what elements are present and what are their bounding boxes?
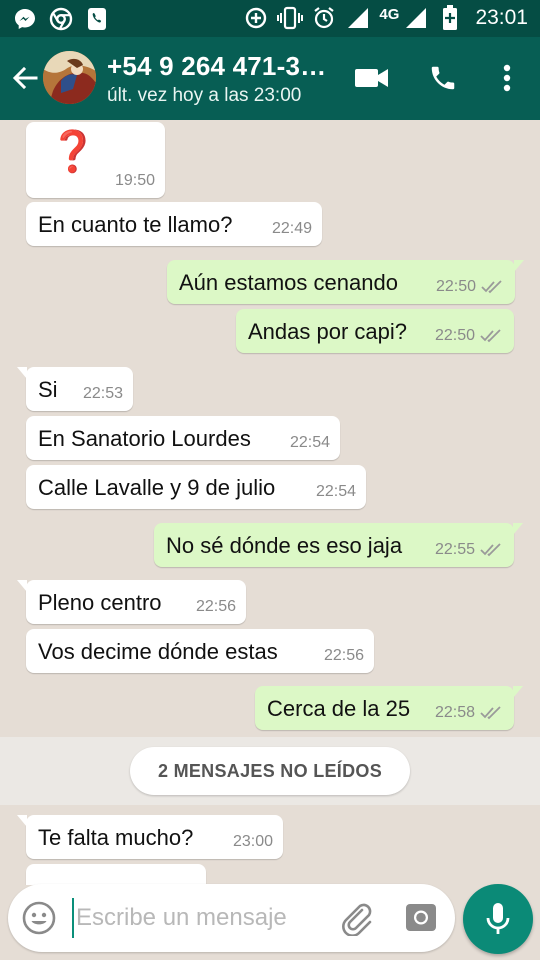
emoji-icon[interactable] (22, 901, 56, 935)
signal-icon (403, 5, 429, 31)
more-vert-icon[interactable] (488, 59, 526, 97)
unread-messages-divider: 2 MENSAJES NO LEÍDOS (130, 747, 410, 795)
message-text: Andas por capi? (248, 319, 407, 344)
microphone-icon (486, 903, 510, 934)
message-input[interactable] (72, 898, 322, 938)
message-time: 22:55 (434, 541, 475, 558)
alarm-icon (311, 5, 337, 31)
message-bubble-outgoing[interactable]: Cerca de la 25 22:58 (255, 686, 523, 730)
avatar[interactable] (43, 51, 96, 104)
message-time: 22:53 (82, 385, 123, 402)
message-bubble-outgoing[interactable]: No sé dónde es eso jaja 22:55 (154, 523, 523, 567)
message-text: En Sanatorio Lourdes (38, 426, 251, 451)
message-text: Si (38, 377, 58, 402)
message-text: Te falta mucho? (38, 825, 194, 850)
message-bubble-incoming[interactable]: ❓ 19:50 (26, 122, 165, 198)
status-bar: 4G 23:01 (0, 0, 540, 37)
vibrate-icon (277, 5, 304, 31)
message-bubble-incoming[interactable]: Te falta mucho? 23:00 (17, 815, 283, 859)
double-check-icon (480, 543, 501, 557)
last-seen-status: últ. vez hoy a las 23:00 (107, 85, 302, 106)
message-text: No sé dónde es eso jaja (166, 533, 403, 558)
question-mark-emoji: ❓ (48, 130, 98, 174)
message-time: 22:49 (271, 220, 312, 237)
back-arrow-icon[interactable] (10, 63, 40, 93)
message-text: Pleno centro (38, 590, 162, 615)
message-time: 19:50 (114, 172, 155, 189)
clock: 23:01 (475, 6, 528, 29)
messenger-icon (12, 6, 38, 32)
message-bubble-incoming[interactable]: Si 22:53 (17, 367, 133, 411)
message-composer (8, 884, 455, 952)
double-check-icon (480, 706, 501, 720)
battery-charging-icon (437, 5, 463, 31)
double-check-icon (481, 280, 502, 294)
message-time: 22:54 (315, 483, 356, 500)
message-time: 22:50 (434, 327, 475, 344)
message-bubble-incoming[interactable]: Calle Lavalle y 9 de julio 22:54 (26, 465, 366, 509)
message-text: Calle Lavalle y 9 de julio (38, 475, 276, 500)
voice-call-icon[interactable] (424, 59, 462, 97)
message-bubble-incoming[interactable]: Pleno centro 22:56 (17, 580, 246, 624)
video-call-icon[interactable] (353, 59, 391, 97)
message-list[interactable]: ❓ 19:50 En cuanto te llamo? 22:49 Aún es… (0, 120, 540, 885)
message-time: 22:54 (289, 434, 330, 451)
message-bubble-incoming[interactable]: En cuanto te llamo? 22:49 (26, 202, 322, 246)
message-bubble-incoming-partial[interactable] (26, 864, 206, 885)
network-type-label: 4G (379, 5, 400, 23)
message-text: Aún estamos cenando (179, 270, 398, 295)
message-time: 22:50 (435, 278, 476, 295)
contact-name[interactable]: +54 9 264 471-3… (107, 51, 326, 82)
signal-icon (345, 5, 371, 31)
message-bubble-outgoing[interactable]: Aún estamos cenando 22:50 (167, 260, 524, 304)
data-saver-icon (243, 5, 269, 31)
voice-record-button[interactable] (463, 884, 533, 954)
paperclip-icon[interactable] (338, 900, 374, 937)
message-text: Cerca de la 25 (267, 696, 411, 721)
camera-icon[interactable] (404, 900, 438, 934)
chrome-icon (48, 6, 74, 32)
message-time: 22:58 (434, 704, 475, 721)
message-bubble-incoming[interactable]: Vos decime dónde estas 22:56 (26, 629, 374, 673)
message-bubble-incoming[interactable]: En Sanatorio Lourdes 22:54 (26, 416, 340, 460)
message-text: En cuanto te llamo? (38, 212, 233, 237)
double-check-icon (480, 329, 501, 343)
message-time: 23:00 (232, 833, 273, 850)
chat-header: +54 9 264 471-3… últ. vez hoy a las 23:0… (0, 37, 540, 120)
message-time: 22:56 (195, 598, 236, 615)
message-bubble-outgoing[interactable]: Andas por capi? 22:50 (236, 309, 514, 353)
message-time: 22:56 (323, 647, 364, 664)
message-text: Vos decime dónde estas (38, 639, 278, 664)
phone-app-icon (84, 6, 110, 32)
